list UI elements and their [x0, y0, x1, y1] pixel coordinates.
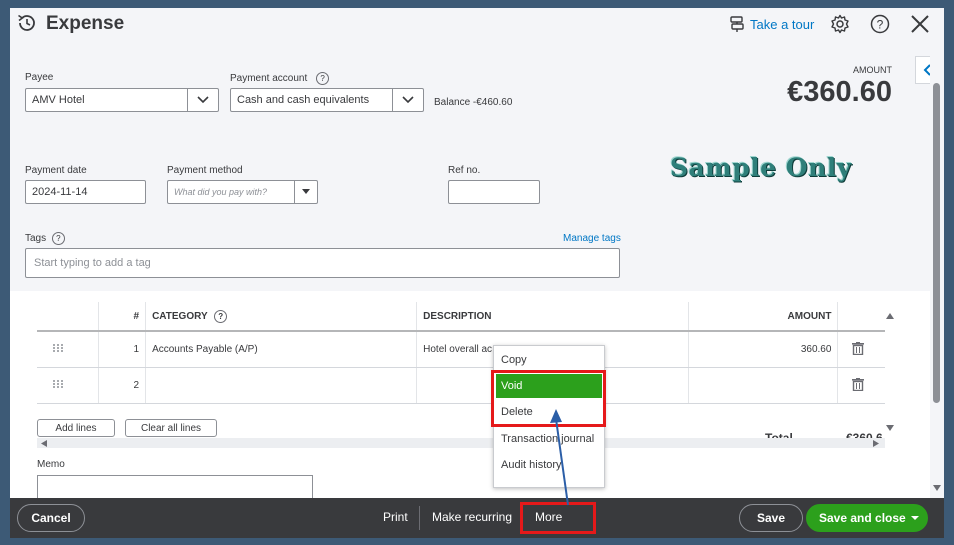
take-a-tour-link[interactable]: Take a tour	[728, 15, 814, 33]
tags-placeholder: Start typing to add a tag	[34, 257, 151, 269]
clear-all-lines-button[interactable]: Clear all lines	[125, 419, 217, 437]
make-recurring-button[interactable]: Make recurring	[432, 510, 512, 524]
payee-select[interactable]: AMV Hotel	[25, 88, 219, 112]
horizontal-scrollbar[interactable]	[37, 438, 885, 448]
sample-only-watermark: Sample Only	[670, 153, 852, 182]
footer-divider	[419, 506, 420, 530]
column-header-description: DESCRIPTION	[416, 302, 689, 332]
payment-account-dropdown-button[interactable]	[392, 89, 423, 111]
delete-column-header	[837, 302, 885, 332]
payee-dropdown-button[interactable]	[187, 89, 218, 111]
drag-handle[interactable]	[37, 367, 99, 404]
line-items-table: # CATEGORY ? DESCRIPTION AMOUNT 1 Accoun…	[37, 302, 885, 404]
row-delete[interactable]	[837, 367, 885, 404]
menu-item-copy[interactable]: Copy	[501, 354, 527, 366]
row-delete[interactable]	[837, 331, 885, 368]
gear-icon[interactable]	[830, 14, 850, 34]
amount-total: €360.60	[787, 76, 892, 108]
table-row[interactable]: 1 Accounts Payable (A/P) Hotel overall a…	[37, 331, 885, 368]
drag-handle-icon	[53, 344, 63, 352]
add-lines-button[interactable]: Add lines	[37, 419, 115, 437]
annotation-arrow	[550, 409, 569, 506]
payee-value: AMV Hotel	[32, 94, 85, 106]
memo-label: Memo	[37, 459, 65, 470]
payment-date-label: Payment date	[25, 165, 87, 176]
row-number: 1	[98, 331, 146, 368]
tags-input[interactable]: Start typing to add a tag	[25, 248, 620, 278]
line-items-section: # CATEGORY ? DESCRIPTION AMOUNT 1 Accoun…	[10, 291, 930, 515]
payment-date-input[interactable]: 2024-11-14	[25, 180, 146, 204]
save-and-close-button[interactable]: Save and close	[806, 504, 928, 532]
payment-method-label: Payment method	[167, 165, 243, 176]
row-amount[interactable]: 360.60	[687, 331, 838, 368]
payment-account-select[interactable]: Cash and cash equivalents	[230, 88, 424, 112]
column-header-amount: AMOUNT	[687, 302, 838, 332]
trash-icon	[852, 377, 865, 391]
page-scrollbar-thumb[interactable]	[933, 83, 940, 403]
expense-window: Expense Take a tour ? Payee AMV Hotel Pa…	[10, 8, 944, 538]
caret-down-icon	[302, 189, 310, 194]
drag-column-header	[37, 302, 99, 332]
save-options-dropdown[interactable]	[903, 505, 927, 531]
scroll-left-arrow-icon[interactable]	[41, 440, 47, 447]
caret-down-icon	[911, 516, 919, 520]
manage-tags-link[interactable]: Manage tags	[563, 233, 621, 244]
row-category[interactable]	[145, 367, 417, 404]
chevron-down-icon	[197, 96, 209, 104]
signpost-icon	[730, 16, 744, 32]
ref-no-label: Ref no.	[448, 165, 481, 176]
ref-no-input[interactable]	[448, 180, 540, 204]
close-icon[interactable]	[910, 14, 930, 34]
cancel-button[interactable]: Cancel	[17, 504, 85, 532]
help-circle-icon[interactable]: ?	[316, 72, 330, 85]
payment-method-dropdown-button[interactable]	[294, 181, 317, 203]
page-title: Expense	[46, 13, 125, 34]
help-circle-icon[interactable]: ?	[214, 309, 228, 323]
help-icon[interactable]: ?	[870, 14, 890, 34]
scroll-right-arrow-icon[interactable]	[873, 440, 879, 447]
svg-text:?: ?	[877, 18, 884, 32]
table-row[interactable]: 2	[37, 367, 885, 404]
drag-handle-icon	[53, 380, 63, 388]
payment-method-placeholder: What did you pay with?	[174, 187, 268, 197]
footer-bar: Cancel Print Make recurring More Save Sa…	[10, 498, 944, 538]
balance-text: Balance -€460.60	[434, 97, 513, 108]
column-header-category: CATEGORY ?	[145, 302, 417, 332]
payment-method-select[interactable]: What did you pay with?	[167, 180, 318, 204]
page-scroll-down-icon[interactable]	[933, 485, 941, 491]
save-button[interactable]: Save	[739, 504, 803, 532]
column-header-number: #	[98, 302, 146, 332]
payment-account-label: Payment account ?	[230, 72, 330, 85]
chevron-down-icon	[402, 96, 414, 104]
payment-account-value: Cash and cash equivalents	[237, 94, 370, 106]
save-and-close-label: Save and close	[819, 511, 906, 525]
payment-account-label-text: Payment account	[230, 73, 308, 85]
recent-transactions-icon[interactable]	[16, 12, 38, 34]
amount-label: AMOUNT	[853, 65, 892, 75]
print-button[interactable]: Print	[383, 510, 408, 524]
tags-label: Tags ?	[25, 232, 65, 245]
take-a-tour-label: Take a tour	[750, 16, 815, 32]
tags-label-text: Tags	[25, 233, 47, 245]
help-circle-icon[interactable]: ?	[51, 232, 65, 245]
row-amount[interactable]	[687, 367, 838, 404]
drag-handle[interactable]	[37, 331, 99, 368]
row-number: 2	[98, 367, 146, 404]
row-category[interactable]: Accounts Payable (A/P)	[145, 331, 417, 368]
trash-icon	[852, 341, 865, 355]
scroll-up-arrow-icon[interactable]	[886, 313, 894, 319]
column-header-category-label: CATEGORY	[152, 310, 208, 322]
payee-label: Payee	[25, 72, 54, 83]
page-scrollbar[interactable]	[930, 53, 944, 498]
